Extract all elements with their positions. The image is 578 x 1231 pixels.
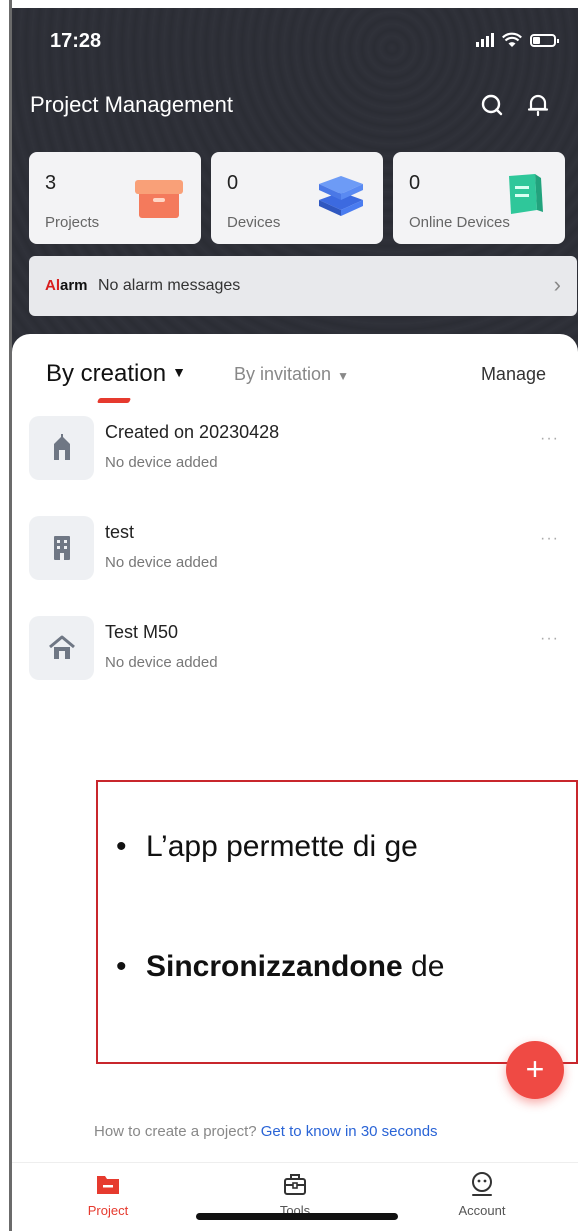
bottom-tab-bar: Project Tools Account [12,1162,578,1231]
stat-card-projects[interactable]: 3 Projects [29,152,201,244]
project-thumbnail [29,516,94,580]
manage-button[interactable]: Manage [481,364,546,385]
tab-project[interactable]: Project [48,1171,168,1218]
help-text: How to create a project? Get to know in … [94,1123,438,1140]
tab-by-invitation[interactable]: By invitation ▼ [234,364,349,385]
stat-value: 3 [45,172,57,194]
project-name: Test M50 [105,622,179,642]
project-subtitle: No device added [105,454,218,471]
tab-tools[interactable]: Tools [235,1171,355,1218]
alarm-message: No alarm messages [98,277,241,294]
status-bar: 17:28 [12,8,578,78]
project-item[interactable]: test No device added ··· [29,516,559,582]
project-subtitle: No device added [105,554,218,571]
more-options-icon[interactable]: ··· [540,630,559,648]
stat-card-online-devices[interactable]: 0 Online Devices [393,152,565,244]
project-thumbnail [29,416,94,480]
add-project-button[interactable]: + [506,1041,564,1099]
stat-label: Projects [45,214,100,231]
wifi-icon [502,32,522,47]
alarm-bar[interactable]: Alarm No alarm messages › [29,256,577,316]
account-icon [472,1172,492,1196]
more-options-icon[interactable]: ··· [540,530,559,548]
folder-icon [97,1176,119,1194]
project-item[interactable]: Created on 20230428 No device added ··· [29,416,559,482]
alarm-tag: Alarm [45,277,88,294]
tab-by-creation[interactable]: By creation ▼ [46,360,186,388]
caret-down-icon: ▼ [172,364,186,380]
stat-card-devices[interactable]: 0 Devices [211,152,383,244]
help-link[interactable]: Get to know in 30 seconds [261,1123,438,1140]
building-icon [54,536,70,560]
bell-icon[interactable] [525,92,551,118]
page-title: Project Management [30,92,233,117]
status-time: 17:28 [50,30,102,52]
project-subtitle: No device added [105,654,218,671]
box-icon [135,180,183,218]
overlay-bullet: • Sincronizzandone de [116,950,445,983]
more-options-icon[interactable]: ··· [540,430,559,448]
battery-icon [530,33,559,47]
house-icon [49,635,75,659]
project-item[interactable]: Test M50 No device added ··· [29,616,559,682]
left-frame-edge [0,0,12,1231]
cellular-signal-icon [476,33,494,47]
status-icons [476,32,559,48]
stat-value: 0 [227,172,239,194]
toolbox-icon [284,1174,306,1195]
project-thumbnail [29,616,94,680]
home-indicator [196,1213,398,1220]
overlay-bullet: • L’app permette di ge [116,830,418,863]
tab-account[interactable]: Account [422,1171,542,1218]
search-icon[interactable] [479,92,505,118]
project-name: Created on 20230428 [105,422,280,442]
online-device-icon [509,174,543,214]
chevron-right-icon: › [553,272,561,297]
project-name: test [105,522,135,542]
stat-value: 0 [409,172,421,194]
caret-down-icon: ▼ [337,369,349,383]
active-tab-indicator [96,398,132,403]
school-icon [54,434,70,460]
presentation-overlay: • L’app permette di ge • Sincronizzandone … [96,780,578,1064]
server-stack-icon [319,176,363,216]
stat-label: Devices [227,214,281,231]
phone-screen: 17:28 Project Management 3 Projects 0 De… [12,8,578,1231]
